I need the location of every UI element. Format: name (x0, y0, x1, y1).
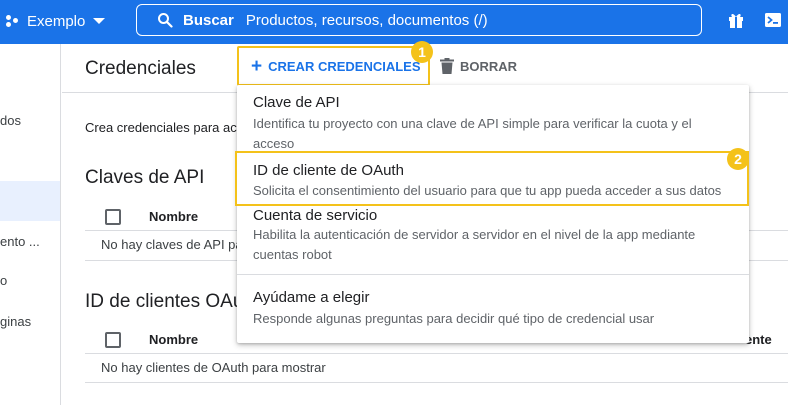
oauth-footer-divider (85, 382, 788, 383)
step-badge-1: 1 (411, 41, 433, 63)
step-badge-2: 2 (727, 148, 749, 170)
page-title: Credenciales (85, 58, 196, 79)
nav-item-4[interactable]: ginas (0, 314, 31, 329)
menu-item-title: ID de cliente de OAuth (253, 162, 404, 179)
api-keys-empty-text: No hay claves de API pa (101, 237, 243, 252)
oauth-select-all-checkbox[interactable] (105, 332, 121, 348)
terminal-icon[interactable] (764, 11, 782, 29)
oauth-header-divider (85, 353, 788, 354)
menu-item-help-me-choose[interactable]: Ayúdame a elegir Responde algunas pregun… (237, 275, 749, 339)
delete-label: BORRAR (460, 58, 518, 74)
oauth-column-name[interactable]: Nombre (149, 332, 198, 347)
search-icon (158, 13, 173, 28)
menu-item-title: Cuenta de servicio (253, 207, 378, 224)
project-icon (6, 13, 22, 29)
nav-item-1[interactable]: dos (0, 113, 21, 128)
oauth-column-client[interactable]: ente (745, 332, 772, 347)
menu-item-service-account[interactable]: Cuenta de servicio Habilita la autentica… (237, 206, 749, 274)
api-keys-title: Claves de API (85, 167, 205, 188)
menu-item-title: Ayúdame a elegir (253, 289, 370, 306)
trash-icon (440, 58, 454, 74)
top-app-bar: Exemplo Buscar Productos, recursos, docu… (0, 0, 788, 44)
project-name: Exemplo (27, 12, 86, 30)
oauth-clients-title: ID de clientes OAut (85, 291, 249, 312)
nav-item-active[interactable] (0, 181, 60, 221)
page-description: Crea credenciales para acce (85, 120, 251, 135)
gift-icon[interactable] (727, 11, 745, 29)
chevron-down-icon (93, 18, 106, 24)
oauth-empty-text: No hay clientes de OAuth para mostrar (101, 360, 326, 375)
project-selector[interactable]: Exemplo (6, 10, 106, 32)
menu-item-subtitle: Responde algunas preguntas para decidir … (253, 311, 655, 326)
menu-item-subtitle: Solicita el consentimiento del usuario p… (253, 183, 722, 198)
create-credentials-menu: Clave de API Identifica tu proyecto con … (235, 85, 749, 343)
left-navigation: dos ento ... o ginas (0, 44, 61, 405)
menu-item-subtitle: Identifica tu proyecto con una clave de … (253, 116, 692, 151)
menu-item-title: Clave de API (253, 94, 340, 111)
search-input[interactable]: Productos, recursos, documentos (/) (246, 12, 488, 29)
nav-item-2[interactable]: ento ... (0, 234, 40, 249)
api-keys-select-all-checkbox[interactable] (105, 209, 121, 225)
menu-item-subtitle: Habilita la autenticación de servidor a … (253, 227, 696, 262)
api-keys-column-name[interactable]: Nombre (149, 209, 198, 224)
create-credentials-label: CREAR CREDENCIALES (268, 58, 421, 74)
search-label: Buscar (183, 11, 234, 29)
menu-item-api-key[interactable]: Clave de API Identifica tu proyecto con … (237, 85, 749, 151)
search-bar[interactable]: Buscar Productos, recursos, documentos (… (136, 4, 702, 36)
create-credentials-button[interactable]: + CREAR CREDENCIALES (237, 46, 430, 86)
menu-item-oauth-client-id[interactable]: ID de cliente de OAuth Solicita el conse… (235, 151, 749, 206)
delete-button[interactable]: BORRAR (440, 58, 517, 74)
nav-item-3[interactable]: o (0, 273, 7, 288)
plus-icon: + (251, 55, 263, 77)
